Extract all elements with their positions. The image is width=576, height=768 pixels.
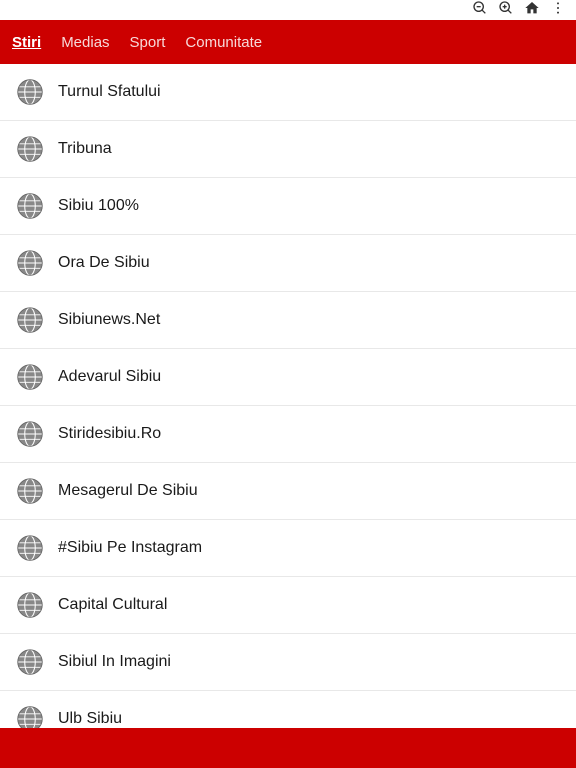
nav-item-sport[interactable]: Sport — [130, 30, 166, 55]
list-item[interactable]: Tribuna — [0, 121, 576, 178]
globe-icon — [16, 420, 44, 448]
bottom-bar — [0, 728, 576, 768]
globe-icon — [16, 192, 44, 220]
list-item[interactable]: Mesagerul De Sibiu — [0, 463, 576, 520]
more-icon[interactable] — [550, 0, 566, 21]
list-item-label: Adevarul Sibiu — [58, 368, 161, 386]
nav-item-comunitate[interactable]: Comunitate — [185, 30, 262, 55]
nav-item-stiri[interactable]: Stiri — [12, 30, 41, 55]
globe-icon — [16, 705, 44, 728]
status-bar — [0, 0, 576, 20]
nav-item-medias[interactable]: Medias — [61, 30, 109, 55]
list-item[interactable]: Ora De Sibiu — [0, 235, 576, 292]
globe-icon — [16, 363, 44, 391]
list-item[interactable]: Sibiu 100% — [0, 178, 576, 235]
source-list: Turnul Sfatului Tribuna Sibiu 100% Ora D… — [0, 64, 576, 728]
list-item-label: Sibiu 100% — [58, 197, 139, 215]
globe-icon — [16, 477, 44, 505]
globe-icon — [16, 249, 44, 277]
list-item-label: Ora De Sibiu — [58, 254, 150, 272]
list-item-label: #Sibiu Pe Instagram — [58, 539, 202, 557]
globe-icon — [16, 591, 44, 619]
zoom-out-icon[interactable] — [472, 0, 488, 21]
globe-icon — [16, 135, 44, 163]
list-item[interactable]: Sibiul In Imagini — [0, 634, 576, 691]
home-icon[interactable] — [524, 0, 540, 21]
list-item[interactable]: Ulb Sibiu — [0, 691, 576, 728]
nav-bar: Stiri Medias Sport Comunitate — [0, 20, 576, 64]
list-item[interactable]: Capital Cultural — [0, 577, 576, 634]
list-item[interactable]: Stiridesibiu.Ro — [0, 406, 576, 463]
list-item[interactable]: Turnul Sfatului — [0, 64, 576, 121]
globe-icon — [16, 306, 44, 334]
list-item-label: Mesagerul De Sibiu — [58, 482, 198, 500]
list-item[interactable]: Adevarul Sibiu — [0, 349, 576, 406]
list-item-label: Stiridesibiu.Ro — [58, 425, 161, 443]
list-item-label: Sibiunews.Net — [58, 311, 160, 329]
list-item-label: Ulb Sibiu — [58, 710, 122, 728]
list-item[interactable]: #Sibiu Pe Instagram — [0, 520, 576, 577]
globe-icon — [16, 534, 44, 562]
globe-icon — [16, 78, 44, 106]
list-item-label: Capital Cultural — [58, 596, 167, 614]
zoom-in-icon[interactable] — [498, 0, 514, 21]
globe-icon — [16, 648, 44, 676]
list-item[interactable]: Sibiunews.Net — [0, 292, 576, 349]
list-item-label: Turnul Sfatului — [58, 83, 161, 101]
list-item-label: Tribuna — [58, 140, 112, 158]
list-item-label: Sibiul In Imagini — [58, 653, 171, 671]
